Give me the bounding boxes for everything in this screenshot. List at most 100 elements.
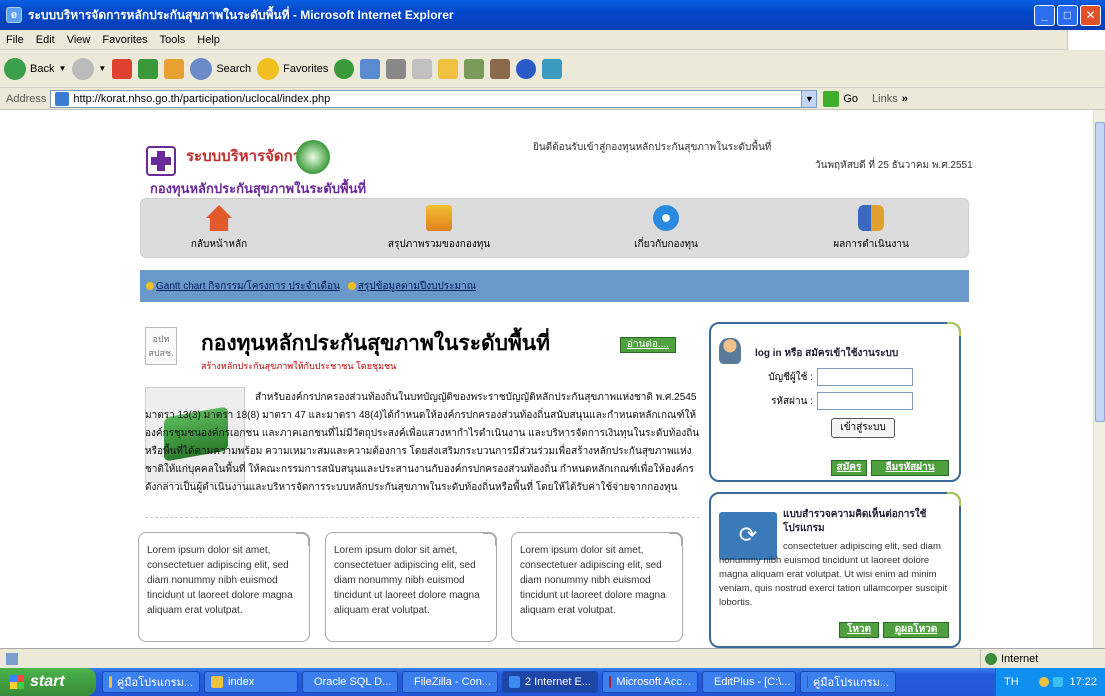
language-indicator[interactable]: TH (996, 676, 1019, 688)
tray-icon[interactable] (1053, 677, 1064, 687)
chevron-down-icon[interactable]: ▼ (98, 64, 106, 73)
page-viewport: ระบบบริหารจัดการ กองทุนหลักประกันสุขภาพใ… (0, 110, 1093, 648)
taskbar-item[interactable]: Oracle SQL D... (302, 671, 398, 693)
nav-summary[interactable]: สรุปภาพรวมของกองทุน (369, 205, 509, 252)
chevron-down-icon[interactable]: ▼ (58, 64, 66, 73)
users-icon (858, 205, 884, 231)
budget-summary-link[interactable]: สรุปข้อมูลตามปีงบประมาณ (347, 279, 476, 294)
nav-about[interactable]: เกี่ยวกับกองทุน (596, 205, 736, 252)
clock[interactable]: 17:22 (1069, 676, 1097, 688)
windows-taskbar: start คู่มือโปรแกรม... index Oracle SQL … (0, 668, 1105, 696)
start-button[interactable]: start (0, 668, 96, 696)
nhso-seal-icon (296, 140, 330, 174)
window-title: ระบบบริหารจัดการหลักประกันสุขภาพในระดับพ… (28, 7, 454, 22)
folder-icon[interactable] (438, 58, 459, 79)
go-button[interactable]: Go (823, 90, 858, 107)
word-icon (807, 676, 808, 688)
site-logo[interactable]: ระบบบริหารจัดการ กองทุนหลักประกันสุขภาพใ… (146, 140, 366, 196)
address-input[interactable]: http://korat.nhso.go.th/participation/uc… (50, 89, 803, 108)
username-input[interactable] (817, 368, 913, 386)
username-row: บัญชีผู้ใช้ : (761, 368, 913, 386)
print-icon[interactable] (386, 58, 407, 79)
minimize-button[interactable]: _ (1034, 5, 1055, 26)
gear-icon (653, 205, 679, 231)
history-icon[interactable] (334, 58, 355, 79)
vote-button[interactable]: โหวต (839, 622, 879, 638)
favorites-button[interactable]: Favorites (257, 57, 328, 80)
menu-file[interactable]: File (6, 34, 24, 46)
scrollbar-thumb[interactable] (1095, 122, 1105, 422)
password-row: รหัสผ่าน : (761, 392, 913, 410)
taskbar-item[interactable]: Microsoft Acc... (602, 671, 698, 693)
taskbar-item[interactable]: คู่มือโปรแกรม... (800, 671, 896, 693)
maximize-button[interactable]: □ (1057, 5, 1078, 26)
security-zone: Internet (980, 649, 1038, 669)
login-box: log in หรือ สมัครเข้าใช้งานระบบ บัญชีผู้… (709, 322, 961, 482)
window-titlebar[interactable]: e ระบบบริหารจัดการหลักประกันสุขภาพในระดั… (0, 0, 1105, 30)
main-nav: กลับหน้าหลัก สรุปภาพรวมของกองทุน เกี่ยวก… (140, 198, 969, 258)
address-bar: Address http://korat.nhso.go.th/particip… (0, 88, 1105, 110)
messenger-icon[interactable] (464, 58, 485, 79)
bluetooth-icon[interactable] (516, 58, 537, 79)
taskbar-item[interactable]: EditPlus - [C:\... (702, 671, 796, 693)
login-button[interactable]: เข้าสู่ระบบ (831, 418, 895, 438)
home-icon (206, 205, 232, 231)
menu-view[interactable]: View (67, 34, 91, 46)
edit-icon[interactable] (412, 58, 433, 79)
read-more-button[interactable]: อ่านต่อ.... (620, 337, 676, 353)
poll-title: แบบสำรวจความคิดเห็นต่อการใช้โปรแกรม (783, 509, 927, 534)
bullet-icon (146, 282, 154, 290)
logo-title: ระบบบริหารจัดการ (186, 148, 310, 165)
menu-favorites[interactable]: Favorites (102, 34, 147, 46)
taskbar-item[interactable]: index (204, 671, 298, 693)
divider (145, 517, 700, 518)
taskbar-item[interactable]: คู่มือโปรแกรม... (102, 671, 200, 693)
refresh-icon[interactable] (138, 58, 159, 79)
back-button[interactable]: Back ▼ (4, 57, 66, 80)
tray-icon[interactable] (1039, 677, 1050, 687)
chevron-right-icon[interactable]: » (902, 93, 908, 105)
nav-results[interactable]: ผลการดำเนินงาน (801, 205, 941, 252)
menu-help[interactable]: Help (197, 34, 220, 46)
folder-icon (109, 676, 112, 688)
current-date: วันพฤหัสบดี ที่ 25 ธันวาคม พ.ศ.2551 (815, 160, 973, 171)
close-button[interactable]: ✕ (1080, 5, 1101, 26)
taskbar-item[interactable]: FileZilla - Con... (402, 671, 498, 693)
poll-text: consectetuer adipiscing elit, sed diam n… (719, 541, 948, 608)
view-results-button[interactable]: ดูผลโหวต (883, 622, 949, 638)
menu-tools[interactable]: Tools (160, 34, 186, 46)
access-icon (609, 676, 612, 688)
ie-icon (509, 676, 520, 688)
register-button[interactable]: สมัคร (831, 460, 867, 476)
vertical-scrollbar[interactable] (1093, 110, 1105, 648)
taskbar-item[interactable]: 2 Internet E... (502, 671, 598, 693)
password-input[interactable] (817, 392, 913, 410)
search-icon (190, 57, 213, 80)
research-icon[interactable] (490, 58, 511, 79)
article-title: กองทุนหลักประกันสุขภาพในระดับพื้นที่ (201, 332, 550, 355)
poll-box: ⟳ แบบสำรวจความคิดเห็นต่อการใช้โปรแกรม co… (709, 492, 961, 648)
forgot-password-button[interactable]: ลืมรหัสผ่าน (871, 460, 949, 476)
users-icon[interactable] (542, 58, 563, 79)
address-label: Address (6, 92, 47, 105)
logo-subtitle: กองทุนหลักประกันสุขภาพในระดับพื้นที่ (150, 181, 367, 196)
nav-home[interactable]: กลับหน้าหลัก (149, 205, 289, 252)
quicklinks-bar: Gantt chart กิจกรรม/โครงการ ประจำเดือน ส… (140, 270, 969, 302)
menu-edit[interactable]: Edit (36, 34, 55, 46)
mail-icon[interactable] (360, 58, 381, 79)
article-tag: อปท สปสช. (145, 327, 177, 365)
star-icon (257, 57, 280, 80)
back-arrow-icon (4, 57, 26, 80)
info-card: Lorem ipsum dolor sit amet, consectetuer… (511, 532, 683, 642)
status-bar: Internet (0, 648, 1105, 669)
login-heading: log in หรือ สมัครเข้าใช้งานระบบ (755, 348, 899, 359)
gantt-chart-link[interactable]: Gantt chart กิจกรรม/โครงการ ประจำเดือน (146, 279, 340, 294)
forward-button[interactable]: ▼ (72, 57, 106, 80)
links-button[interactable]: Links (872, 93, 898, 105)
search-button[interactable]: Search (190, 57, 251, 80)
stop-icon[interactable] (112, 58, 133, 79)
go-arrow-icon (823, 90, 840, 107)
home-icon[interactable] (164, 58, 185, 79)
address-dropdown-button[interactable]: ▼ (801, 89, 818, 108)
windows-flag-icon (10, 675, 24, 689)
